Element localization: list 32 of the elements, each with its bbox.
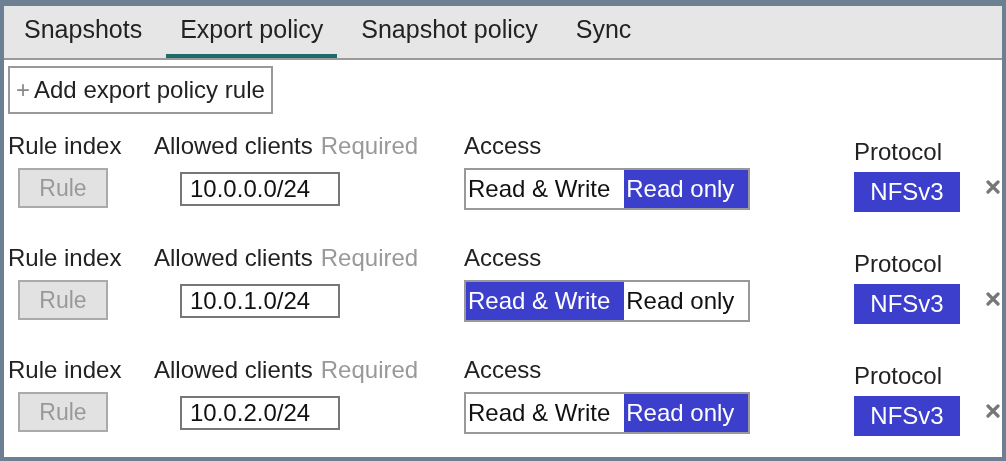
access-option[interactable]: Read only xyxy=(624,170,749,208)
field-label: Allowed clients xyxy=(154,244,313,272)
close-icon[interactable] xyxy=(986,404,1000,418)
field-label: Rule index xyxy=(8,132,123,160)
protocol-option[interactable]: NFSv3 xyxy=(854,284,960,324)
access-option[interactable]: Read only xyxy=(624,394,749,432)
field-label: Rule index xyxy=(8,244,123,272)
field-label: Allowed clients xyxy=(154,132,313,160)
field-label: Protocol xyxy=(854,250,944,278)
field-label: Access xyxy=(464,244,543,272)
clients-input[interactable]: 10.0.0.0/24 xyxy=(180,172,340,206)
field-label: Protocol xyxy=(854,362,944,390)
clients-input[interactable]: 10.0.1.0/24 xyxy=(180,284,340,318)
close-icon[interactable] xyxy=(986,180,1000,194)
tab[interactable]: Sync xyxy=(561,15,646,58)
field-label: Access xyxy=(464,356,543,384)
field-label: Access xyxy=(464,132,543,160)
tab[interactable]: Snapshot policy xyxy=(347,15,552,58)
field-label: Protocol xyxy=(854,138,944,166)
required-hint: Required xyxy=(320,132,419,160)
close-icon[interactable] xyxy=(986,292,1000,306)
field-label: Rule index xyxy=(8,356,123,384)
required-hint: Required xyxy=(320,356,419,384)
clients-input[interactable]: 10.0.2.0/24 xyxy=(180,396,340,430)
required-hint: Required xyxy=(320,244,419,272)
add-rule-button[interactable]: + Add export policy rule xyxy=(8,66,273,114)
tab[interactable]: Snapshots xyxy=(10,15,157,58)
protocol-option[interactable]: NFSv3 xyxy=(854,396,960,436)
field-label: Allowed clients xyxy=(154,356,313,384)
tab[interactable]: Export policy xyxy=(166,15,338,58)
access-option[interactable]: Read & Write xyxy=(466,282,625,320)
protocol-option[interactable]: NFSv3 xyxy=(854,172,960,212)
